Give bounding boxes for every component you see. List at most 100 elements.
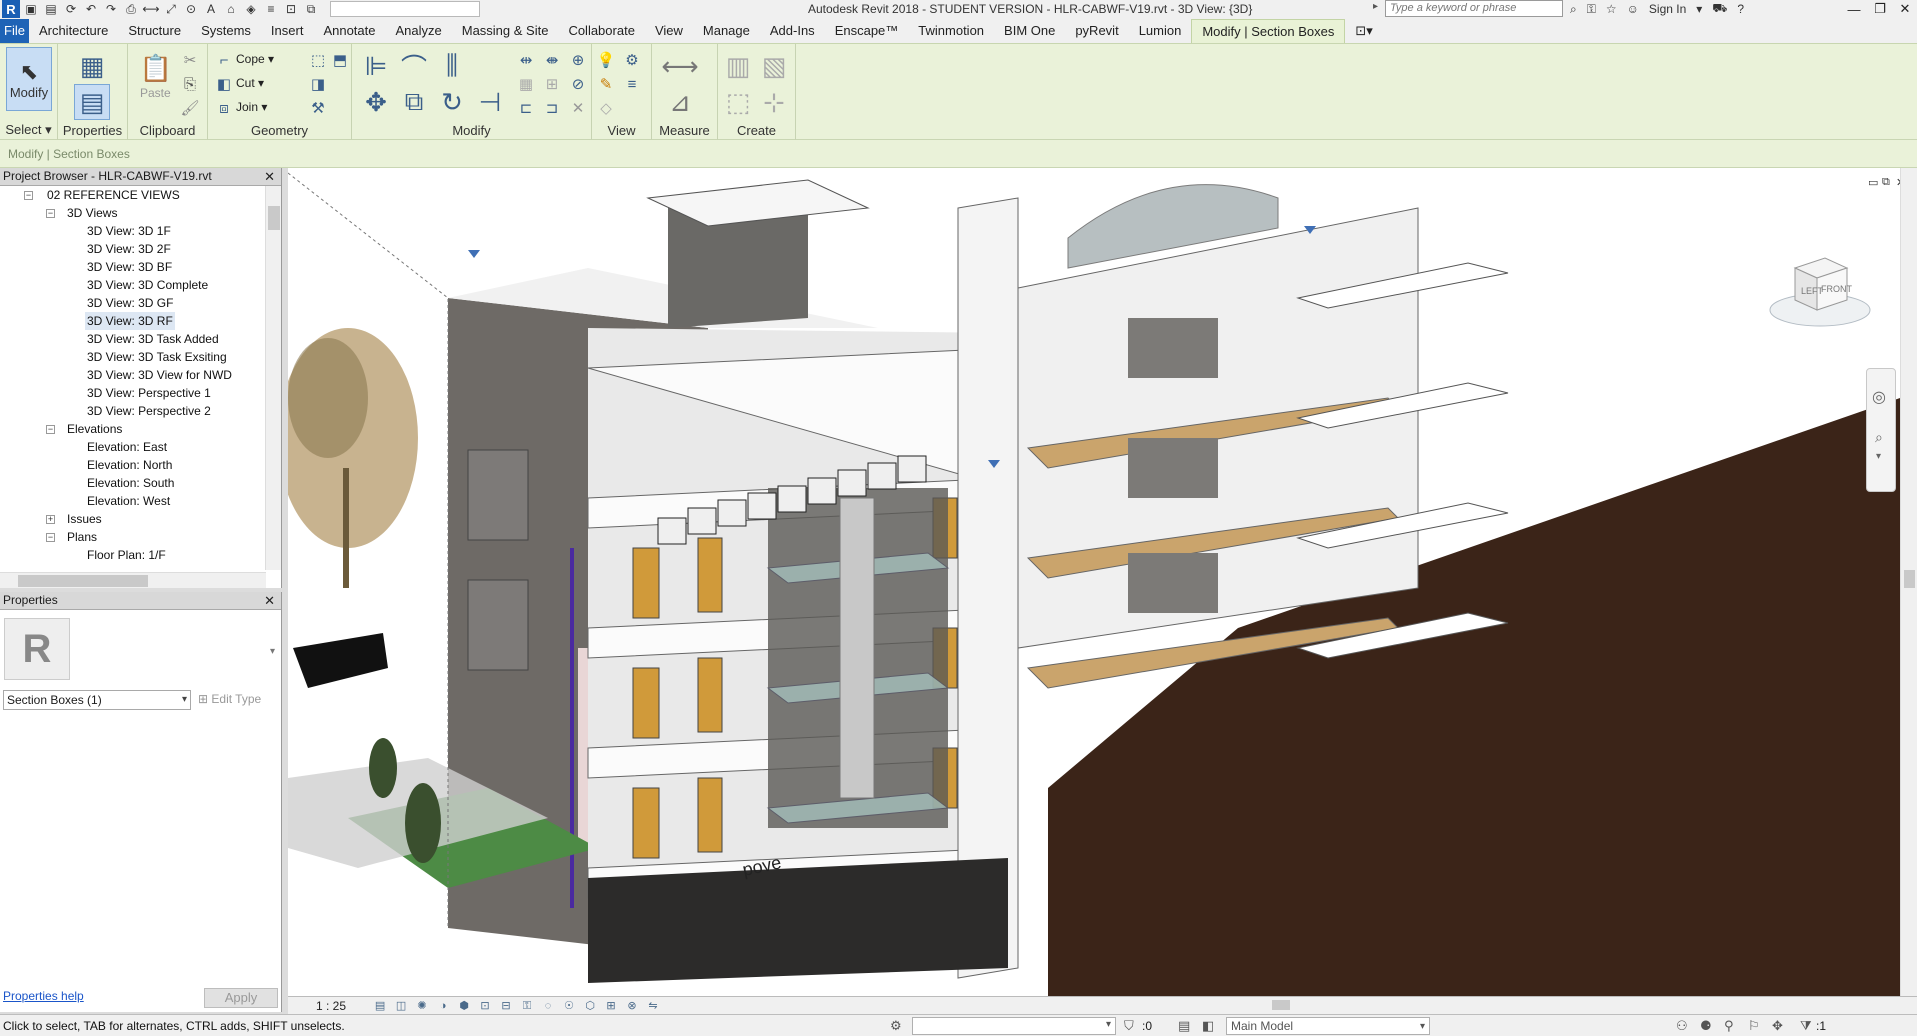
paste-icon[interactable]: 📋 bbox=[138, 50, 174, 86]
sign-in-link[interactable]: Sign In bbox=[1649, 2, 1686, 16]
tree-item[interactable]: −02 REFERENCE VIEWS bbox=[0, 186, 266, 204]
tree-item[interactable]: − Elevations bbox=[0, 420, 266, 438]
rendering-icon[interactable]: ⬢ bbox=[456, 999, 472, 1013]
thin-lines-icon[interactable]: ≡ bbox=[262, 1, 280, 17]
user-icon[interactable]: ☺ bbox=[1627, 2, 1639, 16]
properties-help-link[interactable]: Properties help bbox=[3, 989, 84, 1003]
tab-massing-site[interactable]: Massing & Site bbox=[452, 19, 559, 43]
tree-item[interactable]: 3D View: 3D 2F bbox=[0, 240, 266, 258]
view-canvas-3d[interactable]: pove bbox=[288, 168, 1900, 996]
tag-icon[interactable]: ⊙ bbox=[182, 1, 200, 17]
copy-clipboard-icon[interactable]: ⎘ bbox=[180, 74, 200, 94]
tree-item[interactable]: 3D View: 3D 1F bbox=[0, 222, 266, 240]
split-element-icon[interactable]: ⇹ bbox=[516, 50, 536, 70]
tab-analyze[interactable]: Analyze bbox=[385, 19, 451, 43]
cut-button[interactable]: Cut ▾ bbox=[236, 76, 264, 90]
copy-icon[interactable]: ⧉ bbox=[396, 84, 432, 120]
collapse-icon[interactable]: − bbox=[46, 209, 55, 218]
align-icon[interactable]: ⊫ bbox=[358, 48, 394, 84]
subscription-icon[interactable]: ⚿ bbox=[1587, 2, 1596, 17]
create-parts-icon[interactable]: ▧ bbox=[756, 48, 792, 84]
tree-item[interactable]: 3D View: 3D Task Added bbox=[0, 330, 266, 348]
type-properties-icon[interactable]: ▦ bbox=[74, 48, 110, 84]
create-similar-icon[interactable]: ⊹ bbox=[756, 84, 792, 120]
tree-item[interactable]: 3D View: Perspective 1 bbox=[0, 384, 266, 402]
worksharing-display-icon[interactable]: ⬡ bbox=[582, 999, 598, 1013]
measure-icon[interactable]: ⟷ bbox=[142, 1, 160, 17]
tree-item[interactable]: Floor Plan: 1/F bbox=[0, 546, 266, 564]
view-hscroll[interactable] bbox=[660, 998, 1900, 1012]
dimension-icon[interactable]: ⊿ bbox=[662, 84, 698, 120]
close-icon[interactable]: ✕ bbox=[264, 592, 275, 609]
tab-collaborate[interactable]: Collaborate bbox=[558, 19, 645, 43]
paint-icon[interactable]: ◨ bbox=[308, 74, 328, 94]
sun-path-icon[interactable]: ✺ bbox=[414, 999, 430, 1013]
properties-icon[interactable]: ▤ bbox=[74, 84, 110, 120]
tab-lumion[interactable]: Lumion bbox=[1129, 19, 1192, 43]
tab-structure[interactable]: Structure bbox=[118, 19, 191, 43]
viewcube[interactable]: LEFT FRONT bbox=[1765, 248, 1875, 338]
tab-architecture[interactable]: Architecture bbox=[29, 19, 118, 43]
revit-logo-icon[interactable]: R bbox=[2, 0, 20, 18]
rotate-icon[interactable]: ↻ bbox=[434, 84, 470, 120]
tree-item[interactable]: 3D View: 3D BF bbox=[0, 258, 266, 276]
view-scale[interactable]: 1 : 25 bbox=[316, 999, 346, 1013]
select-pinned-icon[interactable]: ⚲ bbox=[1724, 1018, 1734, 1034]
apply-button[interactable]: Apply bbox=[204, 988, 278, 1008]
collapse-icon[interactable]: − bbox=[46, 425, 55, 434]
show-crop-icon[interactable]: ⊟ bbox=[498, 999, 514, 1013]
move-icon[interactable]: ✥ bbox=[358, 84, 394, 120]
aligned-dimension-icon[interactable]: ⤢ bbox=[162, 1, 180, 17]
select-underlay-icon[interactable]: ⚈ bbox=[1700, 1018, 1712, 1034]
tab-options-icon[interactable]: ⊡▾ bbox=[1345, 19, 1382, 43]
save-icon[interactable]: ▤ bbox=[42, 1, 60, 17]
scroll-thumb[interactable] bbox=[268, 206, 280, 230]
binoculars-icon[interactable]: ⌕ bbox=[1570, 2, 1577, 17]
cut-clipboard-icon[interactable]: ✂ bbox=[180, 50, 200, 70]
filter-icon[interactable]: ⧩ bbox=[1800, 1018, 1812, 1034]
print-icon[interactable]: ⎙ bbox=[122, 1, 140, 17]
crop-view-icon[interactable]: ⊡ bbox=[477, 999, 493, 1013]
analytical-model-icon[interactable]: ⊗ bbox=[624, 999, 640, 1013]
tree-item[interactable]: −3D Views bbox=[0, 204, 266, 222]
highlight-displacement-icon[interactable]: ⇋ bbox=[645, 999, 661, 1013]
type-selector[interactable]: Section Boxes (1) ▾ bbox=[3, 690, 191, 710]
hide-in-view-icon[interactable]: 💡 bbox=[596, 50, 616, 70]
split-face-icon[interactable]: ⬒ bbox=[330, 50, 350, 70]
tree-item[interactable]: 3D View: 3D GF bbox=[0, 294, 266, 312]
worksets-icon[interactable]: ⚙ bbox=[890, 1018, 902, 1034]
tab-bim-one[interactable]: BIM One bbox=[994, 19, 1065, 43]
select-links-icon[interactable]: ⚇ bbox=[1676, 1018, 1688, 1034]
chevron-down-icon[interactable]: ▾ bbox=[270, 646, 275, 657]
tree-item[interactable]: 3D View: 3D Complete bbox=[0, 276, 266, 294]
join-icon[interactable]: ⧈ bbox=[214, 98, 234, 118]
visual-style-icon[interactable]: ◫ bbox=[393, 999, 409, 1013]
tree-item[interactable]: − Plans bbox=[0, 528, 266, 546]
tab-file[interactable]: File bbox=[0, 19, 29, 43]
scroll-thumb[interactable] bbox=[18, 575, 148, 587]
design-options-icon[interactable]: ▤ bbox=[1178, 1018, 1190, 1034]
offset-icon[interactable]: ⌒ bbox=[396, 48, 432, 84]
split-gap-icon[interactable]: ⇼ bbox=[542, 50, 562, 70]
expand-icon[interactable]: + bbox=[46, 515, 55, 524]
close-icon[interactable]: ✕ bbox=[1893, 0, 1917, 18]
tab-pyrevit[interactable]: pyRevit bbox=[1065, 19, 1128, 43]
tab-twinmotion[interactable]: Twinmotion bbox=[908, 19, 994, 43]
match-properties-icon[interactable]: 🖌 bbox=[180, 98, 200, 118]
mirror-pick-axis-icon[interactable]: ⫼ bbox=[434, 48, 470, 84]
drag-elements-icon[interactable]: ✥ bbox=[1772, 1018, 1783, 1034]
open-icon[interactable]: ▣ bbox=[22, 1, 40, 17]
undo-icon[interactable]: ↶ bbox=[82, 1, 100, 17]
trim-single-icon[interactable]: ⊏ bbox=[516, 98, 536, 118]
tab-view[interactable]: View bbox=[645, 19, 693, 43]
search-expand-icon[interactable]: ▸ bbox=[1373, 1, 1378, 12]
select-dropdown[interactable]: Select ▾ bbox=[0, 122, 57, 138]
edit-type-button[interactable]: ⊞ Edit Type bbox=[198, 692, 261, 706]
maximize-icon[interactable]: ❐ bbox=[1868, 0, 1892, 18]
array-icon[interactable]: ▦ bbox=[516, 74, 536, 94]
scroll-thumb[interactable] bbox=[1904, 570, 1915, 588]
selection-filter-icon[interactable]: ⛉ bbox=[1124, 1018, 1134, 1034]
chevron-down-icon[interactable]: ▾ bbox=[1876, 451, 1881, 462]
shadows-icon[interactable]: ◑ bbox=[435, 999, 451, 1013]
select-by-face-icon[interactable]: ⚐ bbox=[1748, 1018, 1760, 1034]
